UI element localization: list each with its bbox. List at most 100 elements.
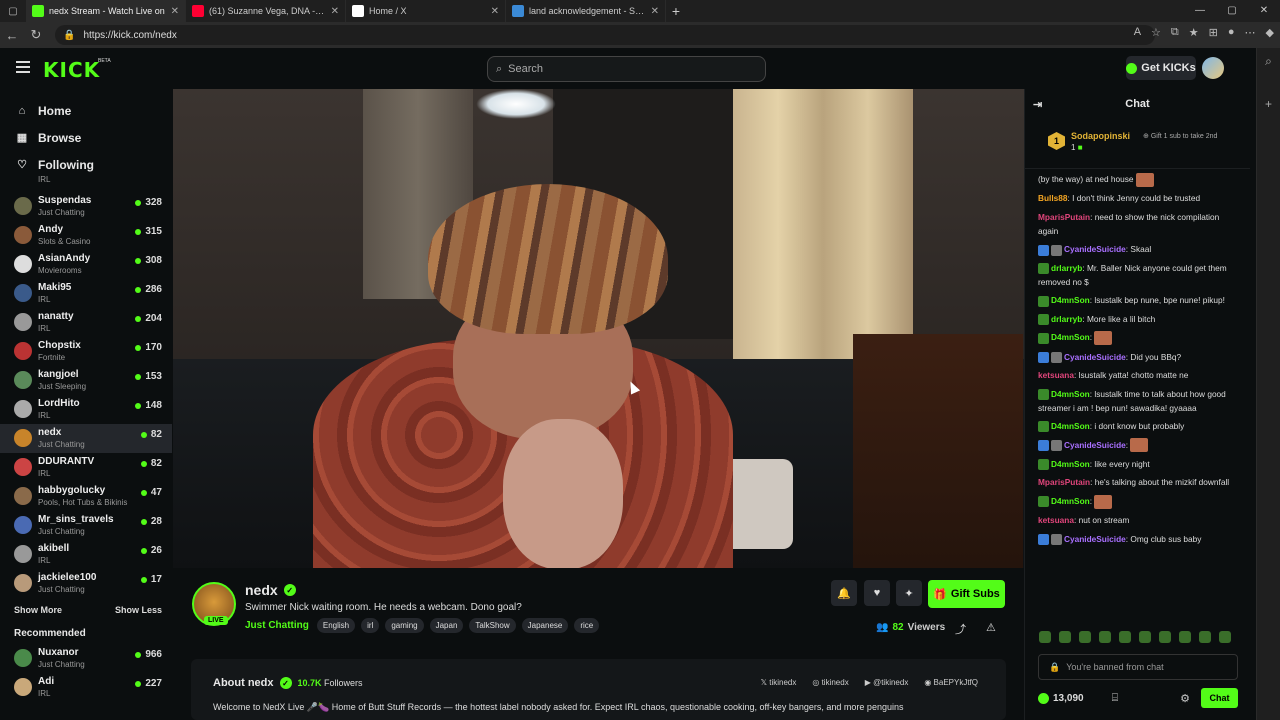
send-chat-button[interactable]: Chat [1201,688,1238,708]
search-input[interactable]: ⌕ Search [487,56,766,82]
store-icon[interactable]: ⌸ [1112,692,1119,705]
follow-button[interactable]: ♥ [864,580,890,606]
refresh-icon[interactable]: ↻ [24,27,48,43]
emote-icon[interactable] [1039,631,1051,643]
favorite-icon[interactable]: ☆ [1151,26,1161,39]
emote-icon[interactable] [1119,631,1131,643]
top-gifter-name[interactable]: Sodapopinski [1071,131,1130,141]
channel-item[interactable]: Chopstix Fortnite 170 [0,337,172,366]
read-aloud-icon[interactable]: A [1134,26,1141,39]
video-player[interactable] [173,89,1024,568]
chat-username[interactable]: MparisPutain [1038,212,1090,222]
channel-item[interactable]: Nuxanor Just Chatting 966 [0,644,172,673]
stream-tag[interactable]: rice [574,618,600,633]
gift-prompt[interactable]: ⊕ Gift 1 sub to take 2nd [1143,132,1223,141]
tab-close-icon[interactable]: ✕ [651,6,659,17]
kicks-balance[interactable]: 13,090 [1038,692,1084,704]
add-sidebar-icon[interactable]: + [1257,97,1280,111]
emote-icon[interactable] [1139,631,1151,643]
gift-subs-button[interactable]: 🎁 Gift Subs [928,580,1005,608]
chat-username[interactable]: CyanideSuicide [1064,440,1126,450]
tab-close-icon[interactable]: ✕ [171,6,179,17]
profile-icon[interactable]: ● [1228,26,1235,39]
nav-home[interactable]: ⌂ Home [16,97,172,124]
chat-username[interactable]: drlarryb [1051,263,1082,273]
channel-item[interactable]: LordHito IRL 148 [0,395,172,424]
channel-item[interactable]: nedx Just Chatting 82 [0,424,172,453]
channel-item[interactable]: akibell IRL 26 [0,540,172,569]
chat-username[interactable]: D4mnSon [1051,295,1090,305]
get-kicks-button[interactable]: Get KICKs [1126,56,1196,80]
chat-username[interactable]: D4mnSon [1051,389,1090,399]
channel-item[interactable]: IRL [0,174,172,192]
chat-username[interactable]: D4mnSon [1051,496,1090,506]
channel-item[interactable]: Maki95 IRL 286 [0,279,172,308]
subscribe-button[interactable]: ✦ [896,580,922,606]
tab-close-icon[interactable]: ✕ [491,6,499,17]
search-sidebar-icon[interactable]: ⌕ [1257,54,1280,69]
category-link[interactable]: Just Chatting [245,620,309,631]
close-window-icon[interactable]: ✕ [1248,0,1280,22]
new-tab-button[interactable]: + [666,3,686,19]
emote-icon[interactable] [1059,631,1071,643]
browser-tab[interactable]: Home / X ✕ [346,0,506,22]
stream-tag[interactable]: Japan [429,618,464,633]
channel-item[interactable]: DDURANTV IRL 82 [0,453,172,482]
chat-username[interactable]: CyanideSuicide [1064,244,1126,254]
emote-icon[interactable] [1159,631,1171,643]
collapse-chat-icon[interactable]: ⇥ [1033,98,1042,111]
tab-close-icon[interactable]: ✕ [331,6,339,17]
social-link[interactable]: ▶ @tikinedx [865,678,909,687]
stream-tag[interactable]: English [316,618,356,633]
nav-browse[interactable]: ▦ Browse [16,124,172,151]
social-link[interactable]: ◉ BaEPYkJtfQ [924,678,978,687]
streamer-name[interactable]: nedx [245,582,278,598]
user-avatar[interactable] [1202,57,1224,79]
channel-item[interactable]: Mr_sins_travels Just Chatting 28 [0,511,172,540]
chat-username[interactable]: D4mnSon [1051,459,1090,469]
chat-username[interactable]: drlarryb [1051,314,1082,324]
kick-logo[interactable]: KICK [43,58,100,82]
emote-icon[interactable] [1199,631,1211,643]
emote-icon[interactable] [1219,631,1231,643]
stream-tag[interactable]: Japanese [521,618,569,633]
back-icon[interactable]: ← [0,28,24,43]
channel-item[interactable]: Suspendas Just Chatting 328 [0,192,172,221]
url-field[interactable]: 🔒 https://kick.com/nedx [55,25,1155,45]
chat-username[interactable]: ketsuana [1038,370,1074,380]
show-more-button[interactable]: Show More [14,605,62,615]
chat-input[interactable]: 🔒 You're banned from chat [1038,654,1238,680]
emote-icon[interactable] [1079,631,1091,643]
report-icon[interactable]: ⚠ [986,621,996,634]
favorites-icon[interactable]: ★ [1189,26,1199,39]
tab-actions-icon[interactable]: ▢ [0,6,26,17]
collections-icon[interactable]: ⊞ [1209,26,1218,39]
copilot-icon[interactable]: ◆ [1266,26,1274,39]
channel-item[interactable]: Adi IRL 227 [0,673,172,702]
social-link[interactable]: ◎ tikinedx [812,678,848,687]
stream-tag[interactable]: TalkShow [469,618,516,633]
channel-item[interactable]: AsianAndy Movierooms 308 [0,250,172,279]
chat-username[interactable]: Bulls88 [1038,193,1068,203]
emote-icon[interactable] [1179,631,1191,643]
share-icon[interactable]: ⤴ [955,621,966,637]
extensions-icon[interactable]: ⧉ [1171,26,1179,39]
channel-item[interactable]: nanatty IRL 204 [0,308,172,337]
hamburger-menu-icon[interactable] [16,61,30,73]
minimize-icon[interactable]: — [1184,0,1216,22]
chat-username[interactable]: D4mnSon [1051,421,1090,431]
browser-tab[interactable]: nedx Stream - Watch Live on ✕ [26,0,186,22]
channel-item[interactable]: jackielee100 Just Chatting 17 [0,569,172,598]
chat-username[interactable]: MparisPutain [1038,477,1090,487]
menu-icon[interactable]: ⋯ [1245,26,1256,39]
social-link[interactable]: 𝕏 tikinedx [761,678,797,687]
emote-icon[interactable] [1099,631,1111,643]
browser-tab[interactable]: land acknowledgement - Search ✕ [506,0,666,22]
notify-button[interactable]: 🔔 [831,580,857,606]
settings-icon[interactable]: ⚙ [1180,692,1190,705]
chat-username[interactable]: D4mnSon [1051,332,1090,342]
show-less-button[interactable]: Show Less [115,605,162,615]
stream-tag[interactable]: irl [361,618,380,633]
stream-tag[interactable]: gaming [385,618,424,633]
browser-tab[interactable]: (61) Suzanne Vega, DNA - Tom's ✕ [186,0,346,22]
